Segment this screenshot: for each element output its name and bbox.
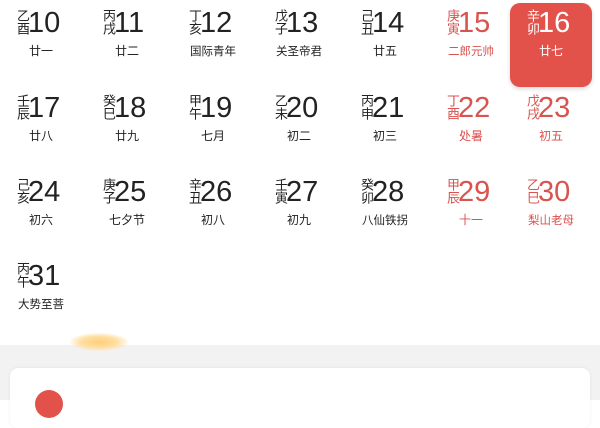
day-lunar-label: 七夕节 xyxy=(108,213,145,227)
day-ganzhi: 丙戌 xyxy=(100,9,115,35)
day-ganzhi: 丙申 xyxy=(358,94,373,120)
day-lunar-label: 初五 xyxy=(538,129,563,143)
day-lunar-label: 初八 xyxy=(200,213,225,227)
day-ganzhi: 丁酉 xyxy=(444,94,459,120)
day-cell-15[interactable]: 庚寅 15 二郎元帅 xyxy=(430,3,512,87)
day-cell-30[interactable]: 乙巳 30 梨山老母 xyxy=(510,172,592,256)
day-ganzhi: 丙午 xyxy=(14,262,29,288)
day-ganzhi: 乙未 xyxy=(272,94,287,120)
day-cell-21[interactable]: 丙申 21 初三 xyxy=(344,88,426,172)
day-lunar-label: 梨山老母 xyxy=(528,213,574,227)
day-lunar-label: 廿一 xyxy=(28,44,53,58)
day-cell-20[interactable]: 乙未 20 初二 xyxy=(258,88,340,172)
day-cell-10[interactable]: 乙酉 10 廿一 xyxy=(0,3,82,87)
day-lunar-label: 初二 xyxy=(286,129,311,143)
day-lunar-label: 廿五 xyxy=(372,44,397,58)
day-cell-31[interactable]: 丙午 31 大势至菩 xyxy=(0,256,82,340)
day-cell-11[interactable]: 丙戌 11 廿二 xyxy=(86,3,168,87)
day-cell-25[interactable]: 庚子 25 七夕节 xyxy=(86,172,168,256)
day-cell-18[interactable]: 癸巳 18 廿九 xyxy=(86,88,168,172)
day-lunar-label: 八仙铁拐 xyxy=(362,213,408,227)
day-number: 18 xyxy=(114,92,147,124)
day-ganzhi: 戊戌 xyxy=(524,94,539,120)
day-ganzhi: 辛卯 xyxy=(524,9,539,35)
day-cell-22[interactable]: 丁酉 22 处暑 xyxy=(430,88,512,172)
day-number: 24 xyxy=(28,176,61,208)
day-ganzhi: 甲午 xyxy=(186,94,201,120)
day-number: 21 xyxy=(372,92,405,124)
day-lunar-label: 七月 xyxy=(200,129,225,143)
day-cell-19[interactable]: 甲午 19 七月 xyxy=(172,88,254,172)
day-cell-12[interactable]: 丁亥 12 国际青年 xyxy=(172,3,254,87)
day-ganzhi: 壬辰 xyxy=(14,94,29,120)
day-ganzhi: 甲辰 xyxy=(444,178,459,204)
day-cell-24[interactable]: 己亥 24 初六 xyxy=(0,172,82,256)
red-dot-icon xyxy=(35,390,63,418)
day-lunar-label: 初三 xyxy=(372,129,397,143)
day-number: 28 xyxy=(372,176,405,208)
day-ganzhi: 庚子 xyxy=(100,178,115,204)
scroll-handle-glow[interactable] xyxy=(70,333,128,351)
day-ganzhi: 丁亥 xyxy=(186,9,201,35)
day-cell-27[interactable]: 壬寅 27 初九 xyxy=(258,172,340,256)
day-cell-26[interactable]: 辛丑 26 初八 xyxy=(172,172,254,256)
day-info-card[interactable] xyxy=(10,368,590,428)
day-cell-28[interactable]: 癸卯 28 八仙铁拐 xyxy=(344,172,426,256)
calendar-grid: 乙酉 10 廿一 丙戌 11 廿二 丁亥 12 国际青年 戊子 13 关圣帝君 己丑 14 廿五 庚寅 15 二郎… xyxy=(0,0,600,345)
day-number: 22 xyxy=(458,92,491,124)
day-cell-17[interactable]: 壬辰 17 廿八 xyxy=(0,88,82,172)
day-number: 27 xyxy=(286,176,319,208)
day-number: 10 xyxy=(28,7,61,39)
day-lunar-label: 大势至菩 xyxy=(18,297,64,311)
day-number: 12 xyxy=(200,7,233,39)
day-number: 14 xyxy=(372,7,405,39)
week-row: 乙酉 10 廿一 丙戌 11 廿二 丁亥 12 国际青年 戊子 13 关圣帝君 己丑 14 廿五 庚寅 15 二郎… xyxy=(0,3,600,87)
day-ganzhi: 己亥 xyxy=(14,178,29,204)
day-number: 26 xyxy=(200,176,233,208)
week-row: 己亥 24 初六 庚子 25 七夕节 辛丑 26 初八 壬寅 27 初九 癸卯 28 八仙铁拐 甲辰 29 十一 乙… xyxy=(0,172,600,256)
day-number: 31 xyxy=(28,260,61,292)
day-lunar-label: 处暑 xyxy=(458,129,483,143)
day-ganzhi: 乙巳 xyxy=(524,178,539,204)
day-lunar-label: 国际青年 xyxy=(190,44,236,58)
day-lunar-label: 廿二 xyxy=(114,44,139,58)
day-number: 19 xyxy=(200,92,233,124)
week-row: 丙午 31 大势至菩 xyxy=(0,256,600,340)
day-number: 30 xyxy=(538,176,571,208)
day-ganzhi: 乙酉 xyxy=(14,9,29,35)
day-ganzhi: 辛丑 xyxy=(186,178,201,204)
day-ganzhi: 庚寅 xyxy=(444,9,459,35)
day-lunar-label: 廿七 xyxy=(538,44,563,58)
day-lunar-label: 十一 xyxy=(458,213,483,227)
day-cell-23[interactable]: 戊戌 23 初五 xyxy=(510,88,592,172)
day-lunar-label: 廿八 xyxy=(28,129,53,143)
day-cell-29[interactable]: 甲辰 29 十一 xyxy=(430,172,512,256)
day-cell-13[interactable]: 戊子 13 关圣帝君 xyxy=(258,3,340,87)
day-ganzhi: 癸卯 xyxy=(358,178,373,204)
day-number: 20 xyxy=(286,92,319,124)
day-ganzhi: 己丑 xyxy=(358,9,373,35)
day-lunar-label: 二郎元帅 xyxy=(448,44,494,58)
day-ganzhi: 戊子 xyxy=(272,9,287,35)
day-number: 17 xyxy=(28,92,61,124)
day-lunar-label: 廿九 xyxy=(114,129,139,143)
day-cell-16[interactable]: 辛卯 16 廿七 xyxy=(510,3,592,87)
day-lunar-label: 初六 xyxy=(28,213,53,227)
day-number: 15 xyxy=(458,7,491,39)
day-lunar-label: 初九 xyxy=(286,213,311,227)
day-number: 29 xyxy=(458,176,491,208)
day-number: 13 xyxy=(286,7,319,39)
day-ganzhi: 癸巳 xyxy=(100,94,115,120)
day-number: 25 xyxy=(114,176,147,208)
day-number: 16 xyxy=(538,7,571,39)
day-cell-14[interactable]: 己丑 14 廿五 xyxy=(344,3,426,87)
day-number: 11 xyxy=(114,7,145,39)
week-row: 壬辰 17 廿八 癸巳 18 廿九 甲午 19 七月 乙未 20 初二 丙申 21 初三 丁酉 22 处暑 戊戌 23… xyxy=(0,88,600,172)
day-lunar-label: 关圣帝君 xyxy=(276,44,322,58)
day-ganzhi: 壬寅 xyxy=(272,178,287,204)
day-number: 23 xyxy=(538,92,571,124)
